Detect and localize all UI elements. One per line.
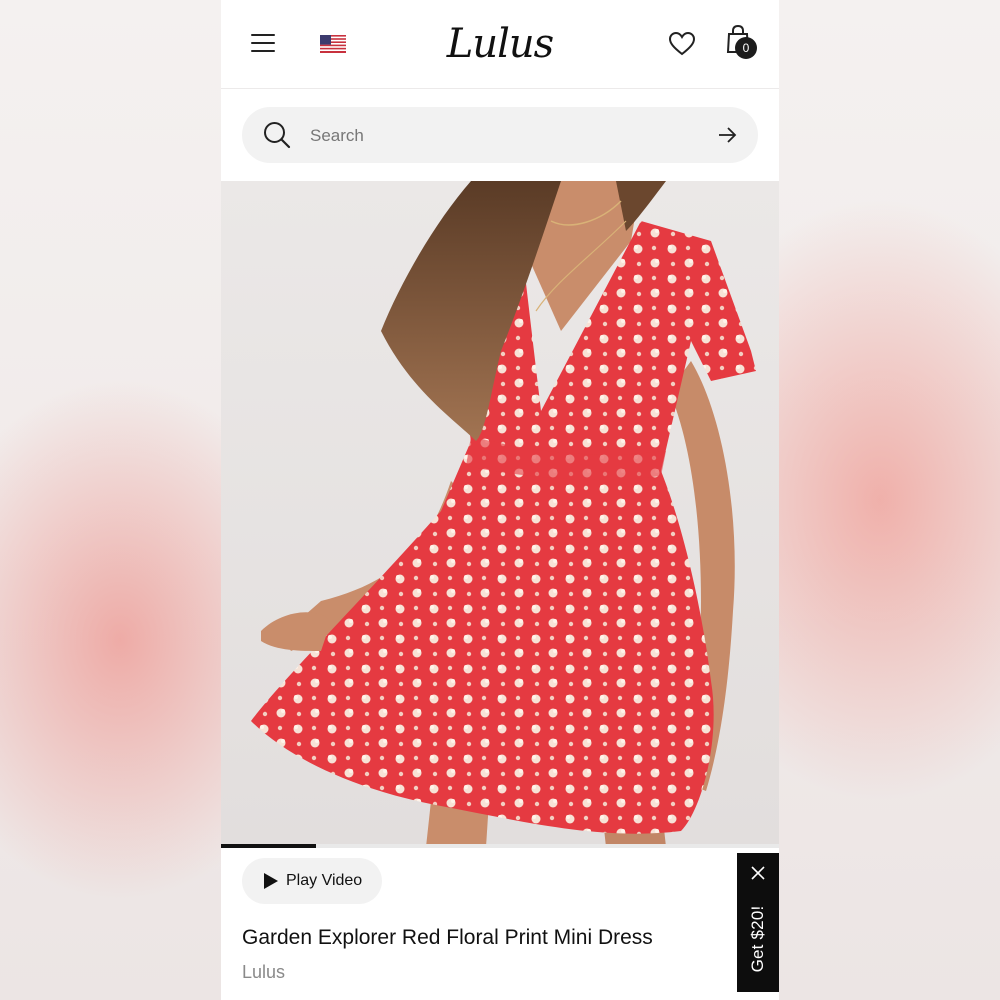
heart-icon[interactable] [668, 31, 696, 57]
site-header: Lulus 0 [221, 0, 779, 88]
play-icon [264, 873, 278, 889]
product-title: Garden Explorer Red Floral Print Mini Dr… [242, 926, 653, 949]
image-carousel-progress [221, 844, 779, 848]
mobile-page: Lulus 0 Search Play Video Garden Explore… [221, 0, 779, 1000]
cart-count-badge: 0 [735, 37, 757, 59]
carousel-progress-fill [221, 844, 316, 848]
play-video-button[interactable]: Play Video [242, 858, 382, 904]
close-icon[interactable] [750, 865, 766, 881]
search-icon [264, 122, 291, 149]
product-brand[interactable]: Lulus [242, 962, 285, 983]
us-flag-icon[interactable] [320, 35, 346, 53]
search-bar[interactable] [242, 107, 758, 163]
promo-label: Get $20! [748, 905, 767, 973]
product-photo [221, 181, 779, 847]
promo-tab[interactable]: Get $20! [737, 853, 779, 992]
search-input[interactable] [308, 120, 692, 152]
menu-icon[interactable] [249, 32, 277, 54]
header-divider [221, 88, 779, 89]
lulus-logo[interactable]: Lulus [443, 18, 557, 70]
arrow-right-icon[interactable] [716, 125, 738, 145]
product-image[interactable] [221, 181, 779, 847]
play-video-label: Play Video [286, 872, 363, 889]
